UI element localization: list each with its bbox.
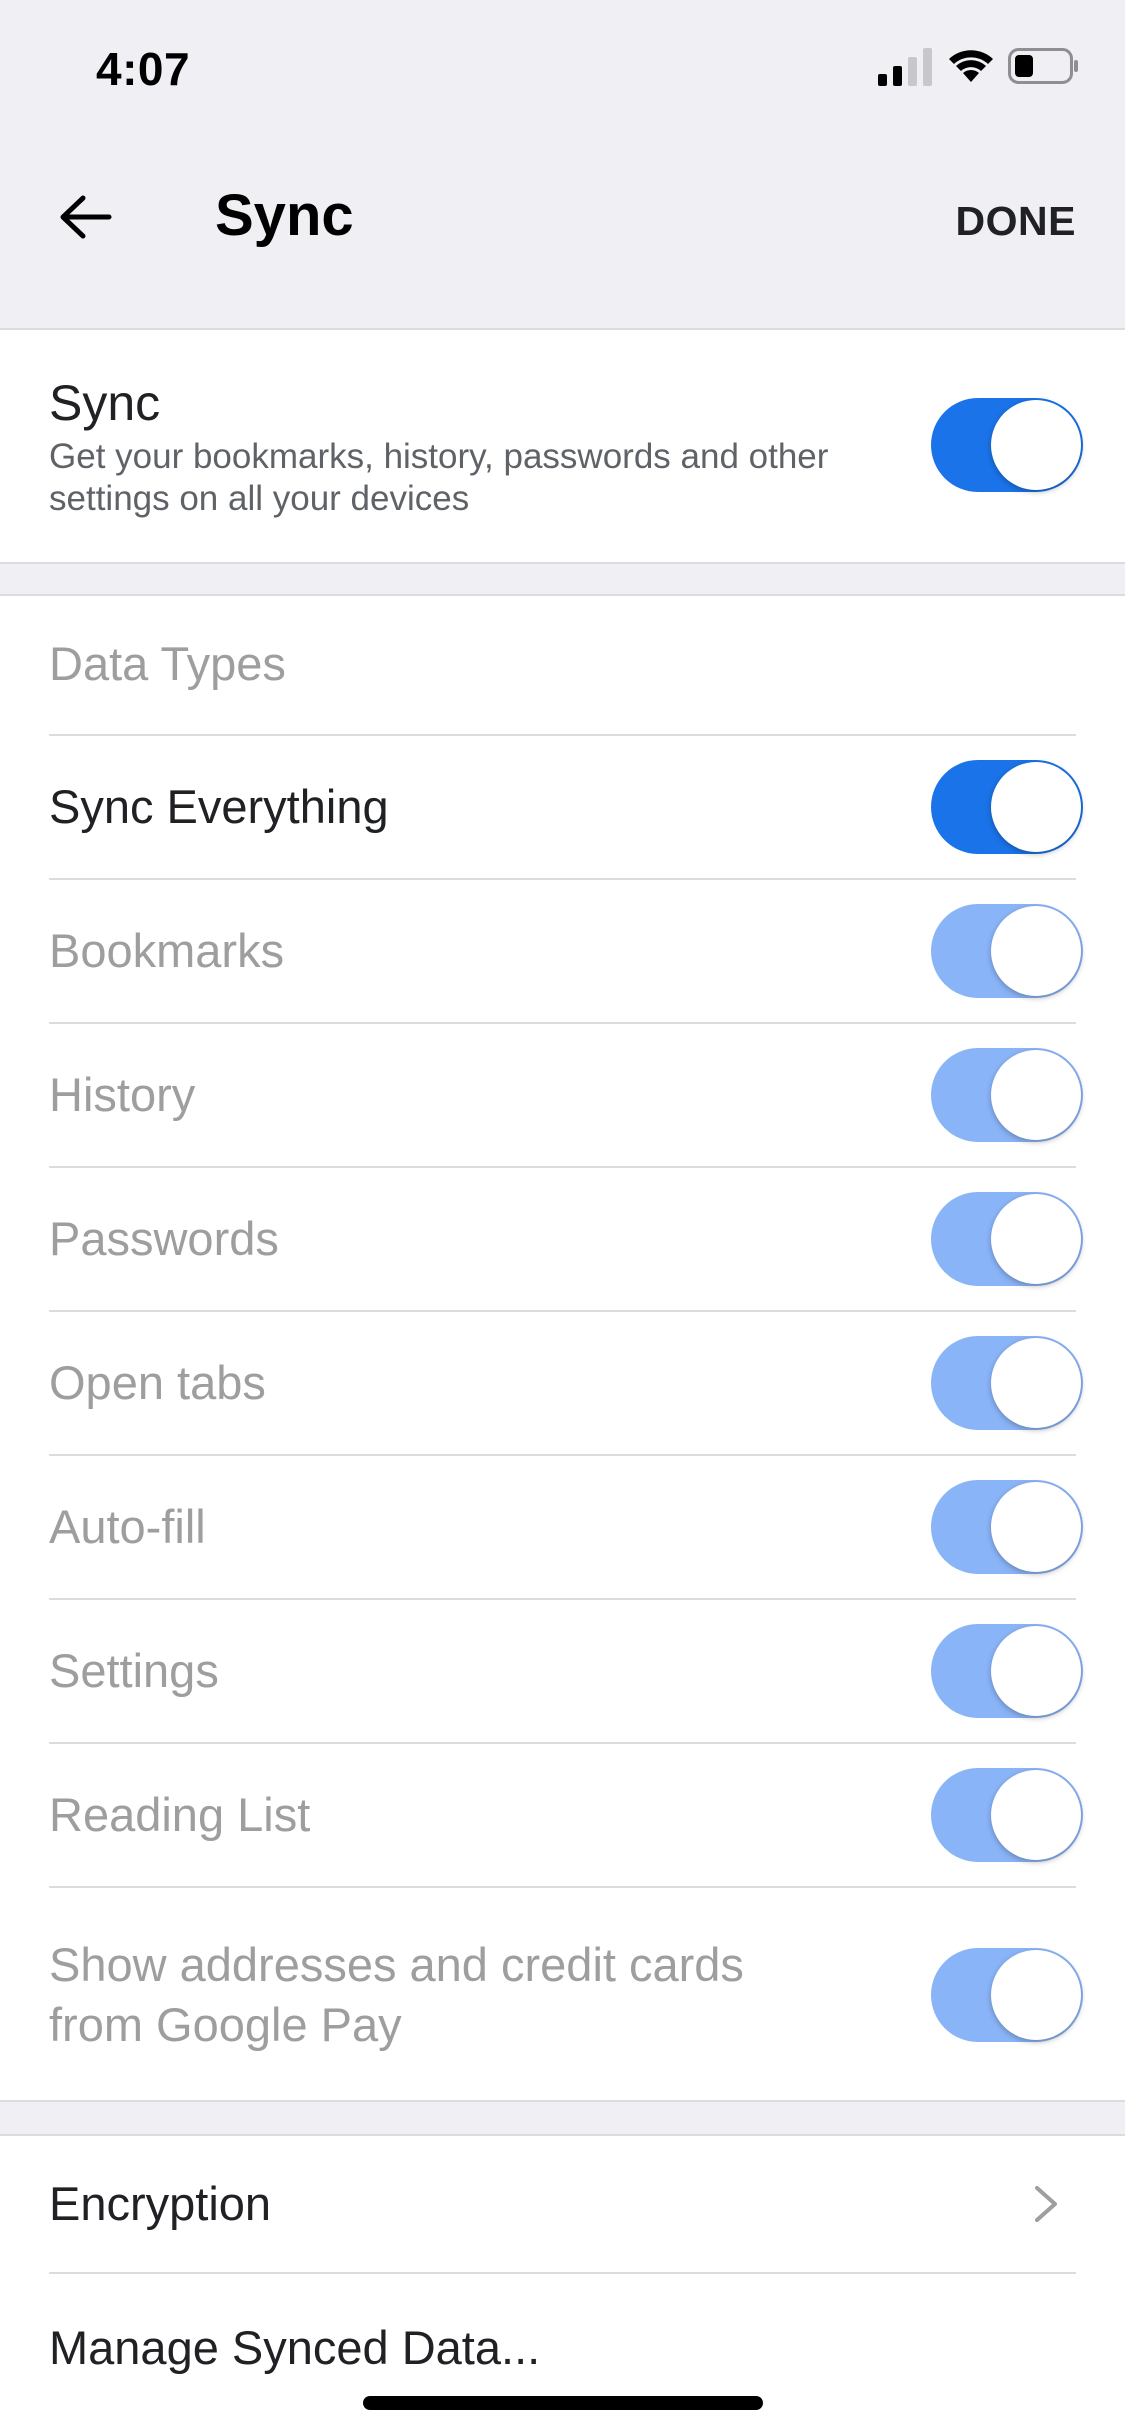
row-label: Manage Synced Data...: [49, 2321, 541, 2374]
data-types-card: Data Types Sync Everything Bookmarks His…: [0, 594, 1125, 2102]
row-label: History: [49, 1068, 196, 1121]
toggle-knob: [991, 1338, 1081, 1428]
toggle-knob: [991, 906, 1081, 996]
toggle-knob: [991, 1626, 1081, 1716]
bookmarks-toggle[interactable]: [931, 904, 1083, 998]
chevron-right-icon: [1035, 2186, 1057, 2222]
status-time: 4:07: [96, 43, 191, 95]
cellular-signal-icon: [878, 48, 932, 86]
row-label: Sync Everything: [49, 780, 389, 833]
toggle-knob: [991, 1770, 1081, 1860]
toggle-knob: [991, 1194, 1081, 1284]
google-pay-toggle[interactable]: [931, 1948, 1083, 2042]
settings-toggle[interactable]: [931, 1624, 1083, 1718]
toggle-knob: [991, 1482, 1081, 1572]
navigation-bar: Sync DONE: [0, 132, 1125, 328]
row-label: Passwords: [49, 1212, 279, 1265]
row-label: Auto-fill: [49, 1500, 206, 1553]
row-encryption[interactable]: Encryption: [49, 2136, 1125, 2272]
history-toggle[interactable]: [931, 1048, 1083, 1142]
section-header-data-types: Data Types: [49, 637, 286, 690]
row-label: Settings: [49, 1644, 219, 1697]
back-button[interactable]: [50, 182, 120, 252]
auto-fill-toggle[interactable]: [931, 1480, 1083, 1574]
sync-everything-toggle[interactable]: [931, 760, 1083, 854]
row-label: Encryption: [49, 2177, 272, 2230]
wifi-icon: [949, 50, 993, 82]
toggle-knob: [991, 400, 1081, 490]
sync-description: Get your bookmarks, history, passwords a…: [49, 437, 829, 518]
done-button[interactable]: DONE: [956, 198, 1076, 245]
sync-toggle[interactable]: [931, 398, 1083, 492]
open-tabs-toggle[interactable]: [931, 1336, 1083, 1430]
sync-master-card: Sync Get your bookmarks, history, passwo…: [0, 328, 1125, 564]
advanced-options-card: Encryption Manage Synced Data...: [0, 2134, 1125, 2436]
toggle-knob: [991, 1050, 1081, 1140]
page-title: Sync: [215, 183, 354, 248]
reading-list-toggle[interactable]: [931, 1768, 1083, 1862]
row-label: Show addresses and credit cards from Goo…: [49, 1938, 744, 2051]
arrow-left-icon: [60, 195, 112, 239]
sync-settings-screen: 4:07 Sync DONE Sync Get your bookmarks, …: [0, 0, 1125, 2436]
row-label: Bookmarks: [49, 924, 285, 977]
home-indicator[interactable]: [363, 2396, 763, 2410]
toggle-knob: [991, 1950, 1081, 2040]
passwords-toggle[interactable]: [931, 1192, 1083, 1286]
toggle-knob: [991, 762, 1081, 852]
row-label: Open tabs: [49, 1356, 266, 1409]
sync-title: Sync: [49, 375, 161, 431]
battery-icon: [1008, 48, 1078, 84]
row-label: Reading List: [49, 1788, 311, 1841]
status-bar: 4:07: [0, 0, 1125, 132]
